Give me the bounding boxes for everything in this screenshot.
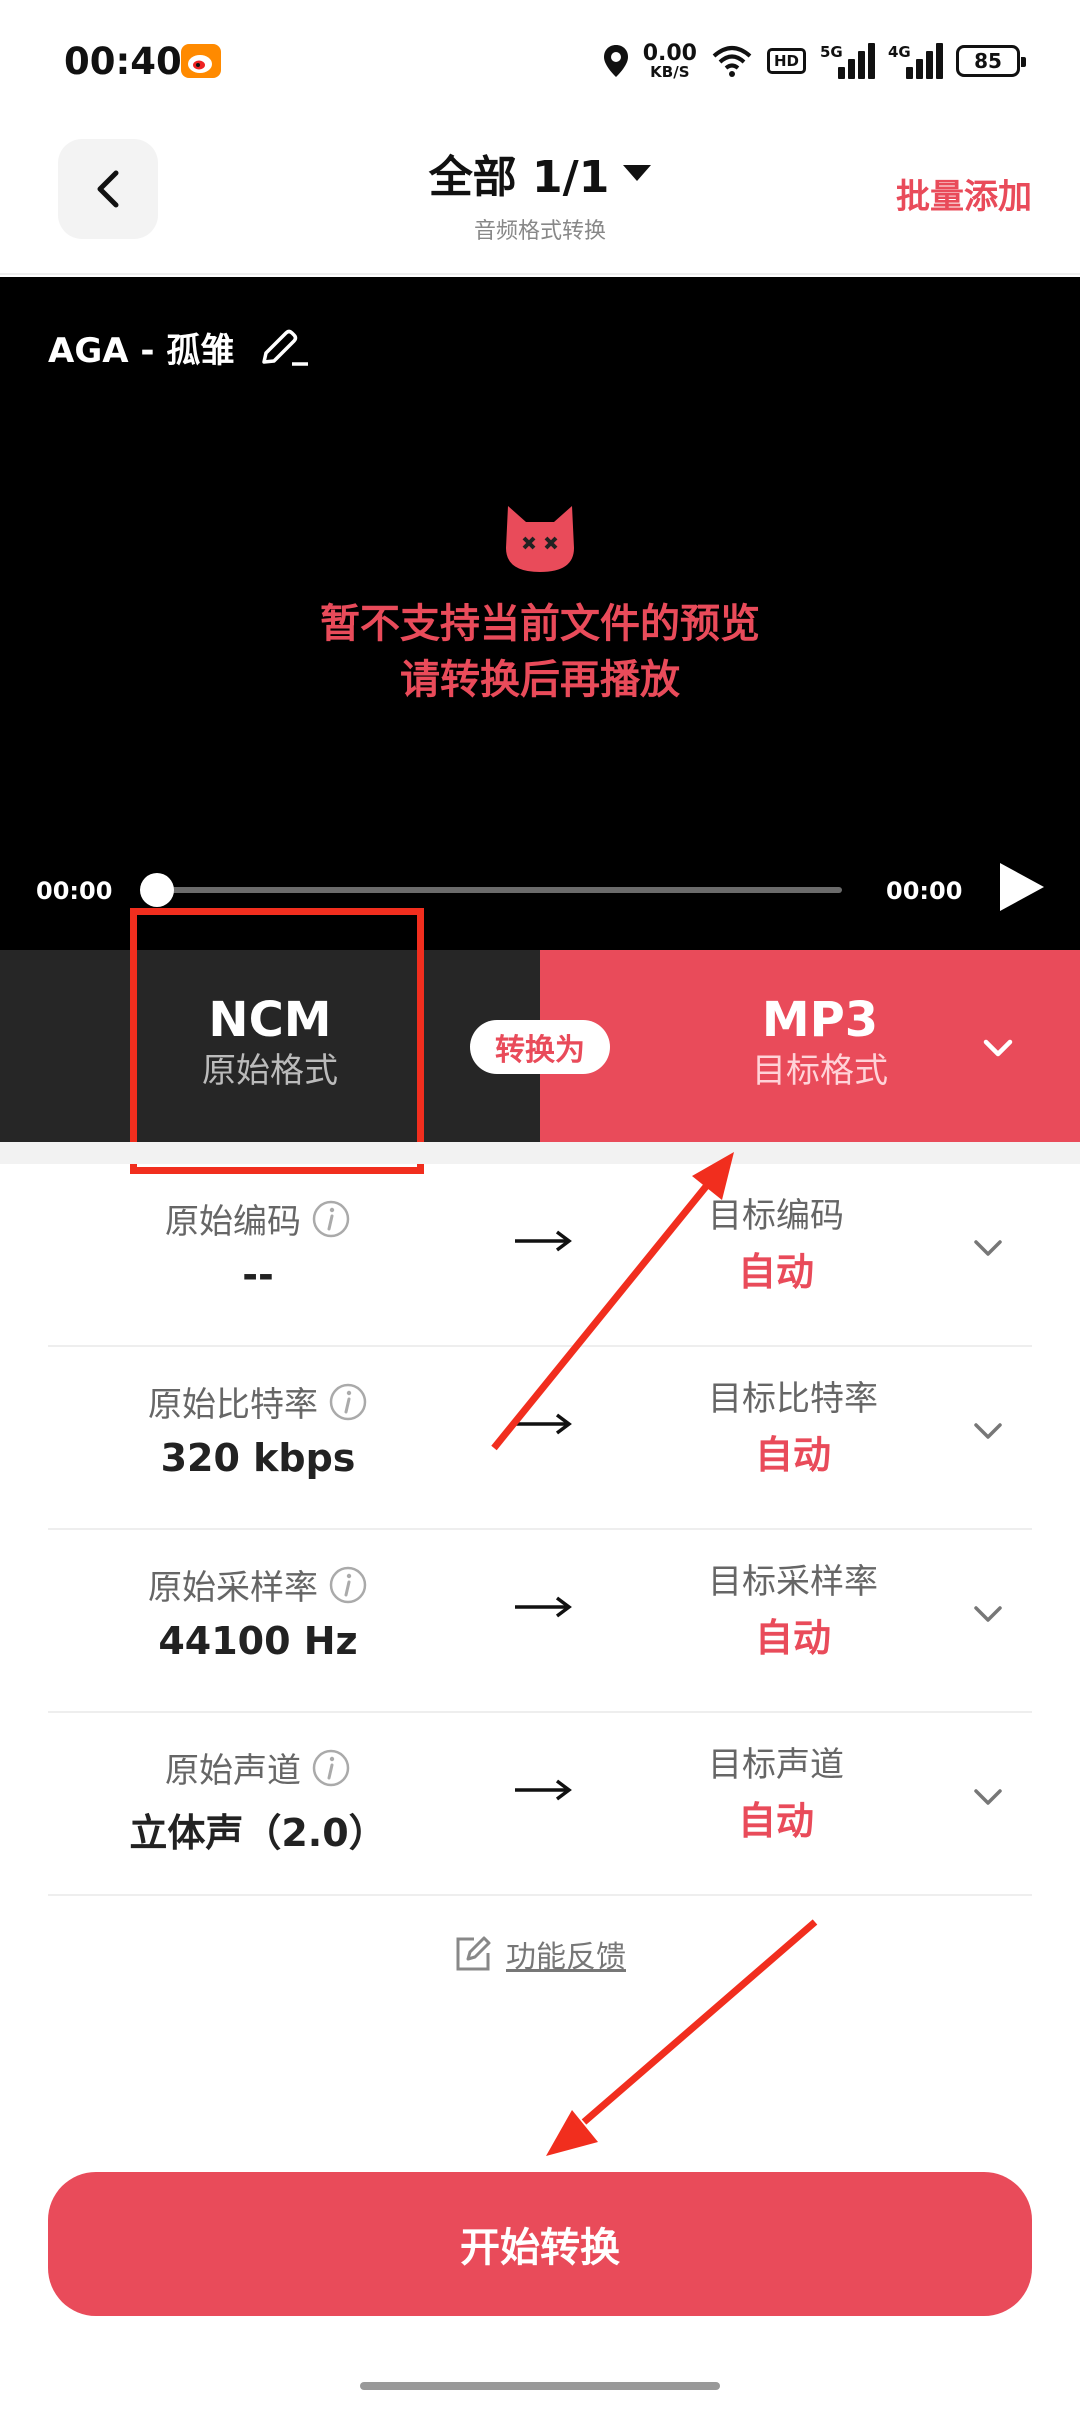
- info-icon[interactable]: [311, 1199, 351, 1239]
- annotation-highlight-box: [130, 908, 424, 1174]
- status-icons: 0.00 KB/S HD 5G 4G 85: [603, 38, 1026, 84]
- network-speed: 0.00 KB/S: [642, 40, 697, 81]
- file-name: AGA - 孤雏: [48, 331, 235, 371]
- orig-channels: 原始声道 立体声（2.0）: [48, 1743, 468, 1857]
- target-format-label: 目标格式: [752, 1051, 888, 1091]
- arrow-right-icon: [515, 1413, 572, 1435]
- target-channels-value: 自动: [737, 1799, 814, 1843]
- orig-samplerate-label: 原始采样率: [148, 1568, 318, 1608]
- orig-samplerate-value: 44100 Hz: [158, 1619, 358, 1663]
- seek-thumb[interactable]: [140, 873, 174, 907]
- info-icon[interactable]: [328, 1382, 368, 1422]
- orig-samplerate: 原始采样率 44100 Hz: [48, 1560, 468, 1663]
- battery-level: 85: [974, 49, 1002, 73]
- target-format: MP3 目标格式: [670, 992, 970, 1094]
- arrow-right-icon: [515, 1779, 572, 1801]
- orig-channels-label: 原始声道: [165, 1751, 301, 1791]
- edit-square-icon: [456, 1936, 491, 1971]
- param-row-codec[interactable]: 原始编码 -- 目标编码 自动: [48, 1164, 1032, 1347]
- arrow-right-icon: [515, 1596, 572, 1618]
- total-time: 00:00: [886, 877, 963, 905]
- home-indicator[interactable]: [360, 2382, 720, 2390]
- preview-unavailable: 暂不支持当前文件的预览 请转换后再播放: [0, 502, 1080, 708]
- chevron-down-icon[interactable]: [968, 1228, 1008, 1268]
- target-codec-label: 目标编码: [708, 1196, 844, 1236]
- param-row-channels[interactable]: 原始声道 立体声（2.0） 目标声道 自动: [48, 1713, 1032, 1896]
- chevron-down-icon[interactable]: [968, 1594, 1008, 1634]
- edit-pencil-icon[interactable]: [258, 326, 310, 370]
- hd-voice-badge: HD: [766, 48, 806, 74]
- target-bitrate-value: 自动: [754, 1433, 831, 1477]
- battery-icon: 85: [956, 45, 1026, 77]
- chevron-down-icon[interactable]: [968, 1777, 1008, 1817]
- target-bitrate-label: 目标比特率: [708, 1379, 878, 1419]
- location-icon: [603, 45, 628, 77]
- wifi-icon: [712, 46, 752, 77]
- caret-down-icon: [623, 165, 652, 181]
- status-time: 00:40: [64, 40, 182, 83]
- target-samplerate-value: 自动: [754, 1616, 831, 1660]
- weibo-notification-icon: [181, 44, 221, 78]
- orig-codec: 原始编码 --: [48, 1194, 468, 1297]
- target-codec-value: 自动: [737, 1250, 814, 1294]
- convert-to-badge: 转换为: [470, 1020, 610, 1074]
- play-icon[interactable]: [1000, 863, 1044, 911]
- orig-codec-label: 原始编码: [165, 1202, 301, 1242]
- signal-4g-label: 4G: [888, 43, 911, 61]
- preview-message-line2: 请转换后再播放: [400, 657, 680, 703]
- orig-channels-value: 立体声（2.0）: [129, 1811, 387, 1855]
- network-speed-unit: KB/S: [650, 62, 690, 81]
- orig-bitrate: 原始比特率 320 kbps: [48, 1377, 468, 1480]
- orig-codec-value: --: [242, 1253, 274, 1297]
- current-time: 00:00: [36, 877, 113, 905]
- start-convert-button[interactable]: 开始转换: [48, 2172, 1032, 2316]
- header: 全部 1/1 音频格式转换 批量添加: [0, 125, 1080, 275]
- target-channels-label: 目标声道: [708, 1745, 844, 1785]
- preview-message-line1: 暂不支持当前文件的预览: [320, 601, 760, 647]
- param-row-samplerate[interactable]: 原始采样率 44100 Hz 目标采样率 自动: [48, 1530, 1032, 1713]
- signal-4g-icon: 4G: [888, 43, 943, 79]
- arrow-right-icon: [515, 1230, 572, 1252]
- page-title: 全部 1/1: [428, 152, 610, 203]
- cat-error-icon: [506, 506, 574, 572]
- orig-bitrate-value: 320 kbps: [160, 1436, 356, 1480]
- network-speed-value: 0.00: [642, 40, 697, 66]
- info-icon[interactable]: [311, 1748, 351, 1788]
- chevron-down-icon[interactable]: [978, 1028, 1018, 1068]
- seek-track[interactable]: [156, 887, 842, 893]
- preview-player: AGA - 孤雏 暂不支持当前文件的预览 请转换后再播放 00:00 00:00: [0, 277, 1080, 950]
- signal-5g-icon: 5G: [820, 43, 875, 79]
- target-samplerate-label: 目标采样率: [708, 1562, 878, 1602]
- info-icon[interactable]: [328, 1565, 368, 1605]
- status-bar: 00:40 0.00 KB/S HD 5G 4G 85: [0, 0, 1080, 125]
- file-name-row: AGA - 孤雏: [48, 323, 310, 372]
- section-divider: [0, 1142, 1080, 1164]
- chevron-down-icon[interactable]: [968, 1411, 1008, 1451]
- orig-bitrate-label: 原始比特率: [148, 1385, 318, 1425]
- preview-message: 暂不支持当前文件的预览 请转换后再播放: [0, 596, 1080, 708]
- file-selector[interactable]: 全部 1/1: [429, 141, 652, 205]
- target-format-name: MP3: [761, 992, 879, 1048]
- signal-5g-label: 5G: [820, 43, 843, 61]
- param-row-bitrate[interactable]: 原始比特率 320 kbps 目标比特率 自动: [48, 1347, 1032, 1530]
- batch-add-button[interactable]: 批量添加: [896, 169, 1032, 218]
- feedback-row: 功能反馈: [0, 1932, 1080, 1977]
- feedback-link[interactable]: 功能反馈: [454, 1932, 626, 1976]
- feedback-label: 功能反馈: [506, 1940, 626, 1975]
- target-format-panel[interactable]: MP3 目标格式: [540, 950, 1080, 1142]
